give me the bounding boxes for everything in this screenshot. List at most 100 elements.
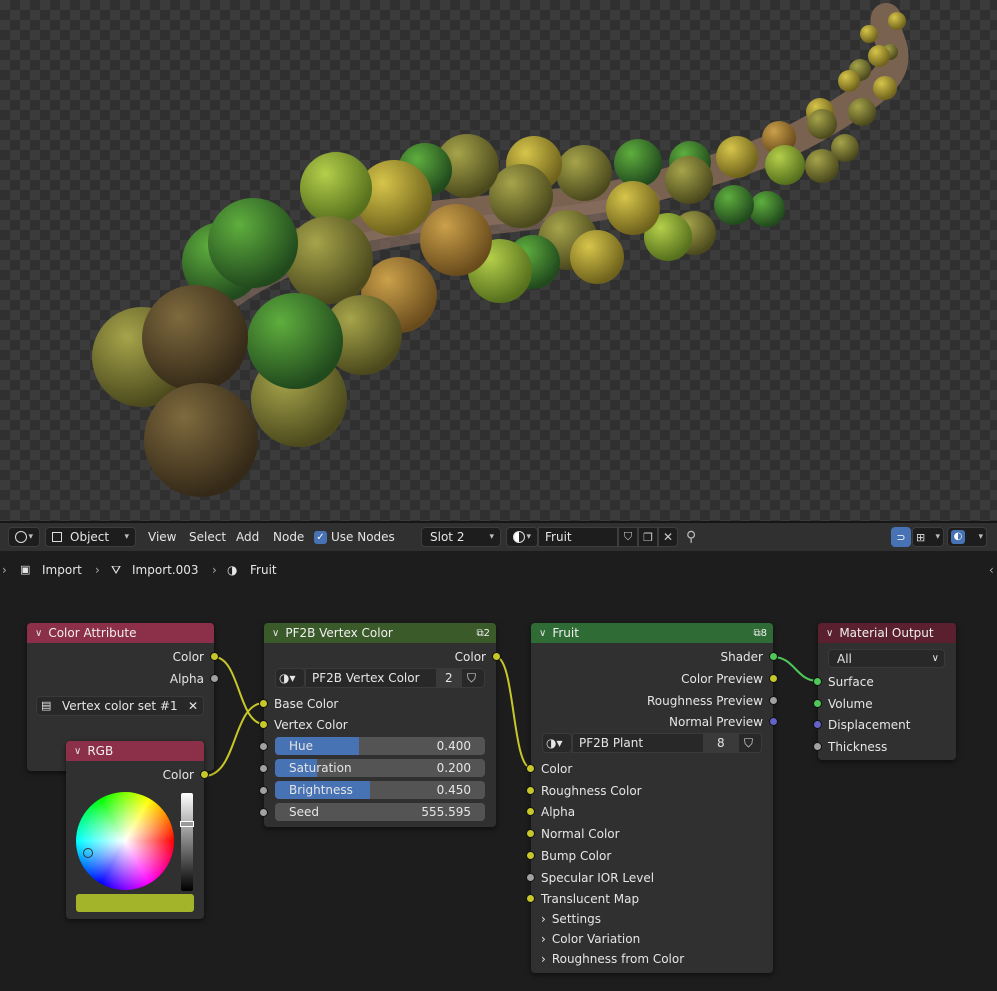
menu-add[interactable]: Add [236, 527, 259, 547]
group-browse-button[interactable]: ◑▾ [275, 668, 305, 688]
clear-icon[interactable]: ✕ [188, 697, 198, 715]
input-brightness-socket[interactable] [259, 786, 268, 795]
brightness-field[interactable]: Brightness 0.450 [275, 781, 485, 799]
target-dropdown[interactable]: All ∨ [828, 649, 945, 668]
input-volume-socket[interactable] [813, 699, 822, 708]
material-output-node[interactable]: ∨ Material Output All ∨ Surface Volume D… [813, 623, 956, 760]
input-bump-color-socket[interactable] [526, 851, 535, 860]
output-alpha-socket[interactable] [210, 674, 219, 683]
collapse-icon[interactable]: ∨ [539, 628, 546, 639]
node-header[interactable]: ∨ RGB [66, 741, 204, 761]
node-editor-canvas[interactable]: › ▣ Import › ⛛ Import.003 › ◑ Fruit ‹ ∨ … [0, 551, 997, 991]
input-color-socket[interactable] [526, 764, 535, 773]
input-hue-socket[interactable] [259, 742, 268, 751]
render-viewport[interactable] [0, 0, 997, 521]
material-name: Fruit [545, 530, 572, 544]
fake-user-button[interactable]: ⛉ [738, 733, 762, 753]
fruit-node[interactable]: ∨ Fruit ⧉8 Shader Color Preview Roughnes… [526, 623, 778, 973]
overlay-dropdown[interactable]: ◐ ▾ [947, 527, 987, 547]
hue-label: Hue [289, 739, 314, 753]
panel-color-variation[interactable]: › Color Variation [541, 930, 640, 948]
hue-field[interactable]: Hue 0.400 [275, 737, 485, 755]
node-header[interactable]: ∨ Color Attribute [27, 623, 214, 643]
duplicate-material-button[interactable]: ❐ [638, 527, 658, 547]
panel-settings[interactable]: › Settings [541, 910, 601, 928]
input-seed-socket[interactable] [259, 808, 268, 817]
node-tree-icon: ◑▾ [279, 671, 296, 685]
collapse-icon[interactable]: ∨ [272, 628, 279, 639]
checkbox-checked-icon[interactable]: ✓ [314, 530, 327, 544]
color-wheel[interactable] [76, 792, 174, 890]
group-browse-button[interactable]: ◑▾ [542, 733, 572, 753]
snap-toggle[interactable]: ⊃ [891, 527, 911, 547]
input-displacement-socket[interactable] [813, 720, 822, 729]
material-browse-button[interactable]: ▾ [506, 527, 538, 547]
chevron-down-icon: ▾ [526, 532, 531, 542]
collapse-icon[interactable]: ∨ [74, 746, 81, 757]
node-header[interactable]: ∨ Fruit ⧉8 [531, 623, 773, 643]
output-color-socket[interactable] [210, 652, 219, 661]
rgb-node[interactable]: ∨ RGB Color [66, 741, 209, 919]
value-slider[interactable] [180, 793, 194, 891]
node-header[interactable]: ∨ Material Output [818, 623, 956, 643]
chevron-right-icon: › [541, 952, 546, 966]
collapse-icon[interactable]: ∨ [826, 628, 833, 639]
input-thickness-socket[interactable] [813, 742, 822, 751]
material-sphere-icon [513, 531, 525, 543]
seed-field[interactable]: Seed 555.595 [275, 803, 485, 821]
node-header[interactable]: ∨ PF2B Vertex Color ⧉2 [264, 623, 496, 643]
input-surface-socket[interactable] [813, 677, 822, 686]
pin-icon[interactable]: ⚲ [686, 527, 696, 547]
panel-roughness-from-color[interactable]: › Roughness from Color [541, 950, 684, 968]
output-shader-socket[interactable] [769, 652, 778, 661]
editor-type-button[interactable]: ▾ [8, 527, 40, 547]
output-color-socket[interactable] [200, 770, 209, 779]
output-roughness-preview-socket[interactable] [769, 696, 778, 705]
hue-fill [275, 737, 359, 755]
input-alpha-socket[interactable] [526, 807, 535, 816]
output-normal-preview-socket[interactable] [769, 717, 778, 726]
group-users-count[interactable]: 8 [704, 733, 738, 753]
output-color-preview-socket[interactable] [769, 674, 778, 683]
output-normal-preview-label: Normal Preview [669, 715, 763, 729]
node-title: Fruit [552, 626, 579, 640]
use-nodes-label: Use Nodes [331, 530, 395, 544]
menu-select[interactable]: Select [189, 527, 226, 547]
input-volume-label: Volume [828, 697, 873, 711]
material-name-field[interactable]: Fruit [538, 527, 618, 547]
group-name-field[interactable]: PF2B Plant [572, 733, 704, 753]
input-translucent-map-socket[interactable] [526, 894, 535, 903]
input-normal-color-label: Normal Color [541, 827, 620, 841]
input-specular-ior-level-socket[interactable] [526, 873, 535, 882]
fake-user-button[interactable]: ⛉ [618, 527, 638, 547]
value-slider-handle[interactable] [180, 821, 194, 827]
menu-view[interactable]: View [148, 527, 176, 547]
output-color-label: Color [162, 768, 194, 782]
input-vertex-color-socket[interactable] [259, 720, 268, 729]
input-roughness-color-socket[interactable] [526, 786, 535, 795]
group-name-field[interactable]: PF2B Vertex Color [305, 668, 437, 688]
output-color-socket[interactable] [492, 652, 501, 661]
output-roughness-preview-label: Roughness Preview [647, 694, 763, 708]
group-users-count[interactable]: 2 [437, 668, 461, 688]
use-nodes-toggle[interactable]: ✓ Use Nodes [314, 527, 395, 547]
saturation-field[interactable]: Saturation 0.200 [275, 759, 485, 777]
color-layer-field[interactable]: ▤ Vertex color set #1 ✕ [36, 696, 204, 716]
panel-settings-label: Settings [551, 912, 602, 926]
shield-icon: ⛉ [744, 736, 754, 750]
color-picker-cursor[interactable] [83, 848, 93, 858]
chevron-down-icon: ▾ [124, 532, 129, 542]
slot-dropdown[interactable]: Slot 2 ▾ [421, 527, 501, 547]
snap-target-dropdown[interactable]: ⊞ ▾ [912, 527, 944, 547]
unlink-material-button[interactable]: ✕ [658, 527, 678, 547]
object-mode-dropdown[interactable]: Object ▾ [45, 527, 136, 547]
menu-node[interactable]: Node [273, 527, 304, 547]
users-badge: 8 [760, 627, 767, 639]
collapse-icon[interactable]: ∨ [35, 628, 42, 639]
color-swatch[interactable] [76, 894, 194, 912]
input-saturation-socket[interactable] [259, 764, 268, 773]
input-base-color-socket[interactable] [259, 699, 268, 708]
input-normal-color-socket[interactable] [526, 829, 535, 838]
fake-user-button[interactable]: ⛉ [461, 668, 485, 688]
pf2b-vertex-color-node[interactable]: ∨ PF2B Vertex Color ⧉2 Color ◑▾ PF2B Ver… [259, 623, 501, 827]
